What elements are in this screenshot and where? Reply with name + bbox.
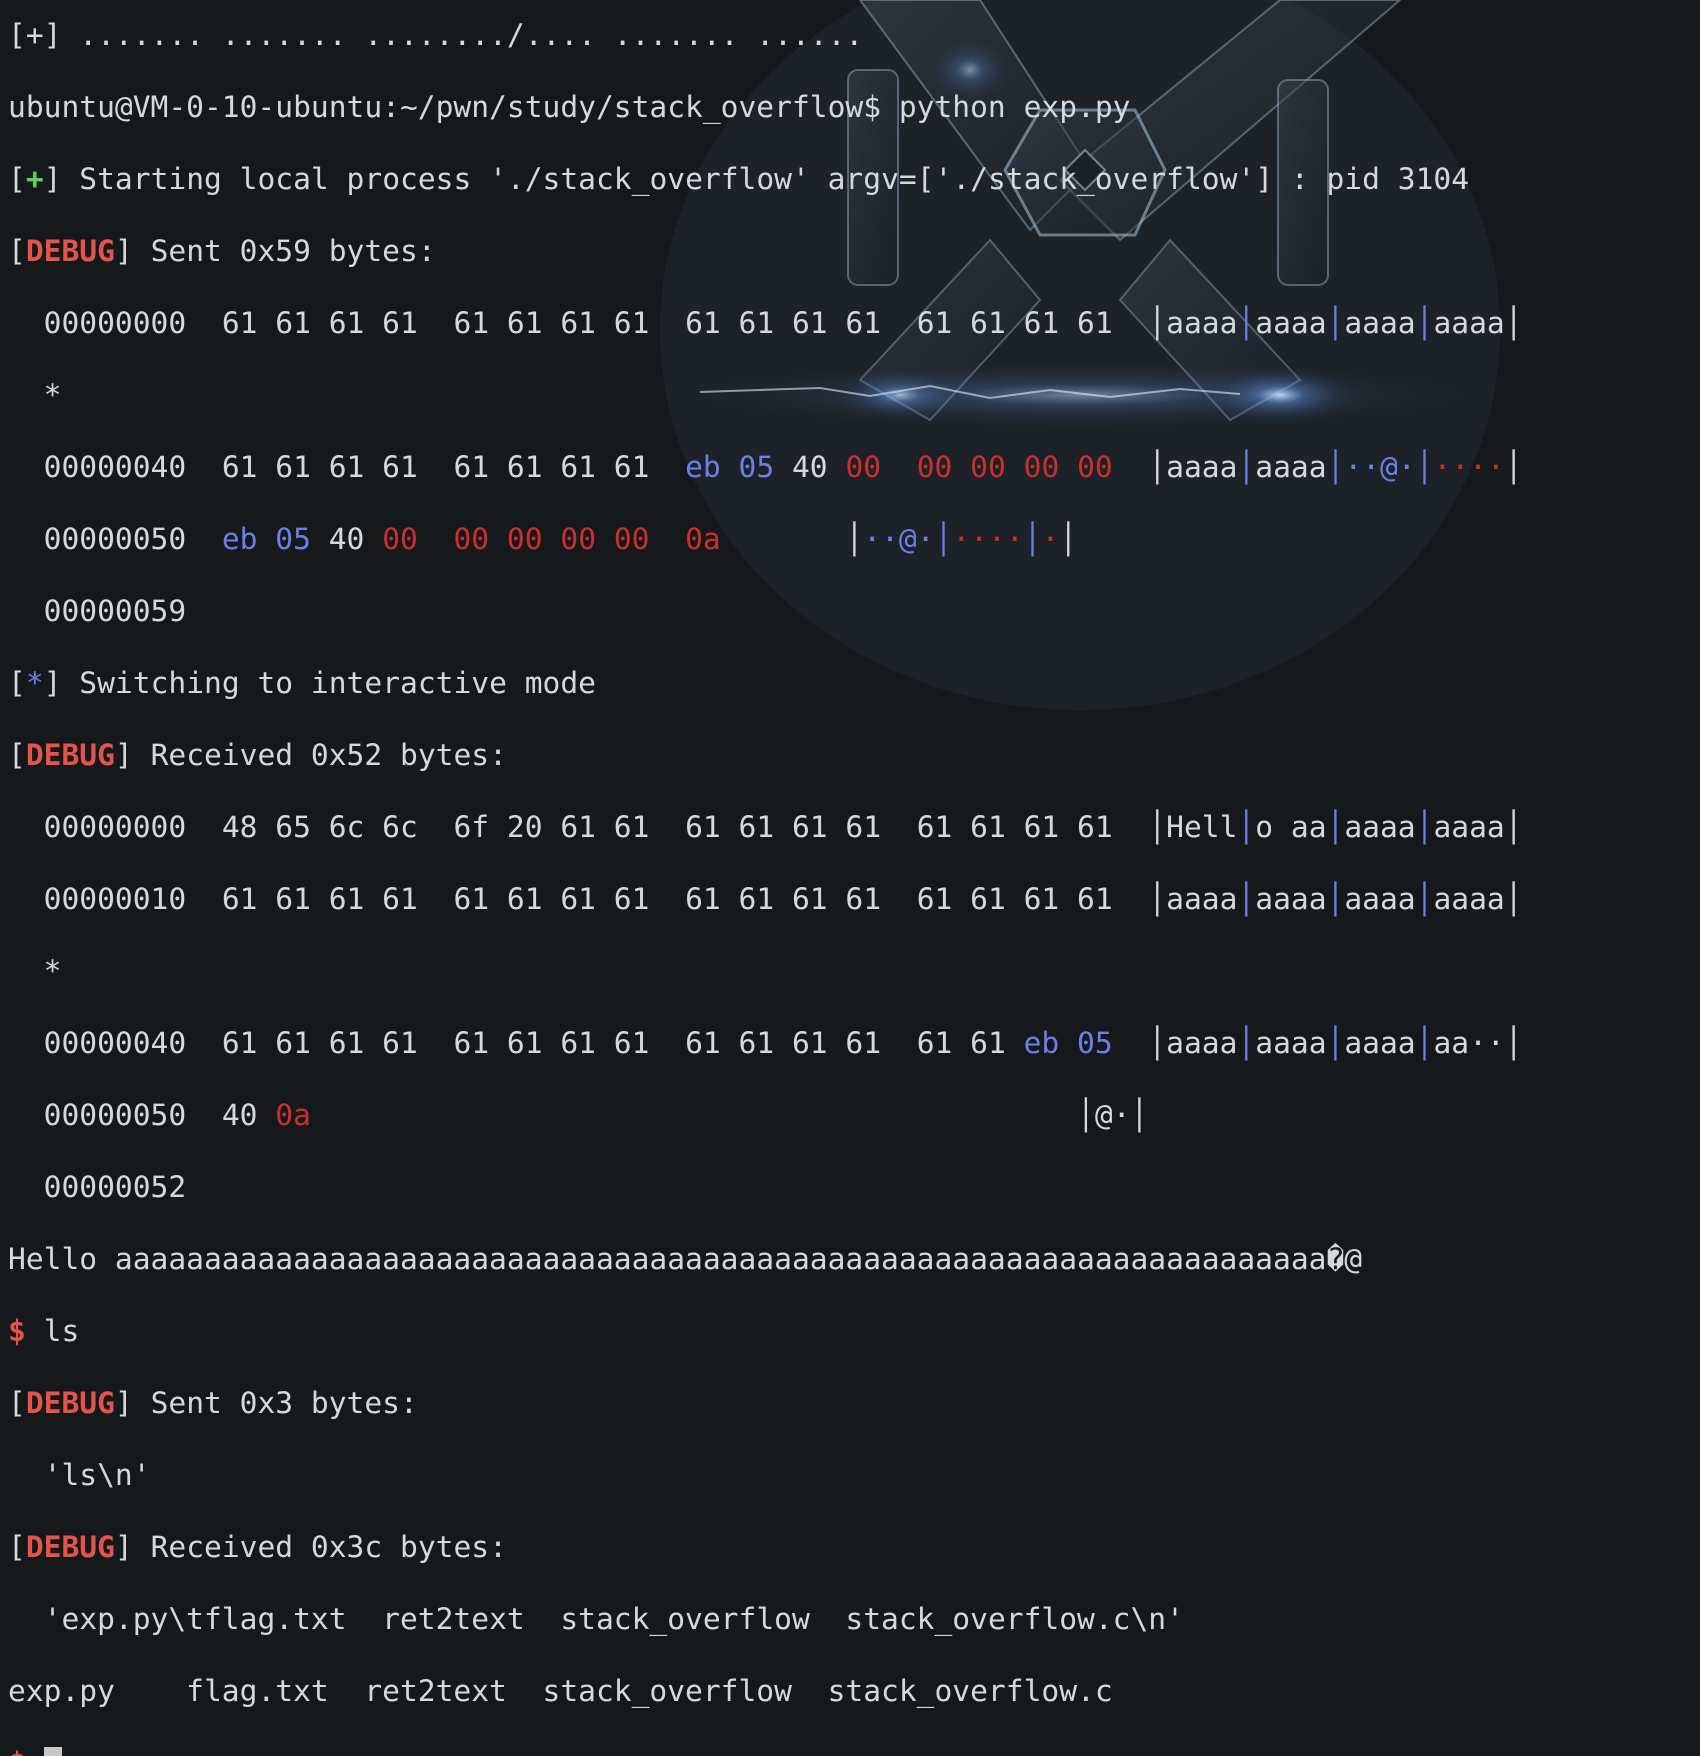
hexdump-row: 00000040 61 61 61 61 61 61 61 61 61 61 6… — [43, 1026, 1523, 1060]
ls-output-line: exp.py flag.txt ret2text stack_overflow … — [8, 1674, 1113, 1708]
debug-tag: DEBUG — [25, 1386, 115, 1420]
ascii-col: aaaa — [1433, 882, 1505, 916]
hexdump-row: 00000040 61 61 61 61 61 61 61 61 eb 05 4… — [43, 450, 1523, 484]
debug-sent-line: [DEBUG] Sent 0x3 bytes: — [8, 1386, 418, 1420]
text-cursor[interactable] — [43, 1747, 62, 1756]
hexdump-row: 00000000 48 65 6c 6c 6f 20 61 61 61 61 6… — [43, 810, 1523, 844]
hex-offset: 00000010 — [43, 882, 187, 916]
ascii-col: @· — [1094, 1098, 1131, 1132]
repeat-star: * — [43, 378, 62, 412]
ascii-col: · — [1041, 522, 1060, 556]
ascii-col: aaaa — [1166, 450, 1238, 484]
star-marker: * — [25, 666, 44, 700]
ascii-col: aa·· — [1433, 1026, 1505, 1060]
hexdump-row: 00000059 — [8, 593, 1523, 629]
hex-bytes: 40 — [774, 450, 846, 484]
hex-bytes-red: 00 00 00 00 00 — [845, 450, 1113, 484]
hex-offset: 00000050 — [43, 522, 187, 556]
ascii-col: ···· — [952, 522, 1024, 556]
ascii-col: aaaa — [1255, 1026, 1327, 1060]
sent-bytes-repr: 'ls\n' — [43, 1458, 151, 1492]
hex-offset: 00000000 — [43, 810, 187, 844]
ascii-col: aaaa — [1344, 810, 1416, 844]
hex-bytes: 40 — [310, 522, 383, 556]
hexdump-star: * — [8, 953, 1523, 989]
hexdump-row: 00000052 — [8, 1169, 1523, 1205]
received-text: Received 0x3c bytes: — [132, 1530, 507, 1564]
ascii-col: aaaa — [1433, 810, 1505, 844]
sent-text: Sent 0x3 bytes: — [132, 1386, 418, 1420]
ascii-col: Hell — [1166, 810, 1238, 844]
hex-bytes-red: 00 00 00 00 00 0a — [382, 522, 721, 556]
prompt-symbol: $ — [8, 1746, 26, 1756]
hex-offset: 00000050 — [43, 1098, 187, 1132]
shell-prompt-command: ubuntu@VM-0-10-ubuntu:~/pwn/study/stack_… — [8, 90, 1131, 124]
hexdump-row: 00000000 61 61 61 61 61 61 61 61 61 61 6… — [43, 306, 1523, 340]
debug-received-line: [DEBUG] Received 0x3c bytes: — [8, 1530, 507, 1564]
sent-body: 'ls\n' — [8, 1457, 1523, 1493]
prompt-symbol: $ — [8, 1314, 26, 1348]
command-ls-line: $ ls — [8, 1313, 1523, 1349]
ascii-col: aaaa — [1166, 1026, 1238, 1060]
ascii-col: aaaa — [1255, 882, 1327, 916]
repeat-star: * — [43, 954, 62, 988]
interactive-mode-line: [*] Switching to interactive mode — [8, 666, 596, 700]
debug-received-line: [DEBUG] Received 0x52 bytes: — [8, 738, 507, 772]
hex-bytes: 61 61 61 61 61 61 61 61 61 61 61 61 61 6… — [221, 306, 1113, 340]
ascii-col: aaaa — [1344, 306, 1416, 340]
partial-top-line: [+] ....... ....... ......../.... ......… — [8, 18, 864, 52]
hexdump-row: 00000050 40 0a │@·│ — [43, 1098, 1149, 1132]
debug-sent-line: [DEBUG] Sent 0x59 bytes: — [8, 234, 436, 268]
hex-bytes: 48 65 6c 6c 6f 20 61 61 61 61 61 61 61 6… — [221, 810, 1113, 844]
hex-bytes: 61 61 61 61 61 61 61 61 61 61 61 61 61 6… — [221, 882, 1113, 916]
hex-bytes-red: 0a — [275, 1098, 311, 1132]
hexdump-star: * — [8, 377, 1523, 413]
terminal-output[interactable]: [+] ....... ....... ......../.... ......… — [8, 0, 1523, 1756]
hex-offset: 00000040 — [43, 1026, 187, 1060]
received-body: 'exp.py\tflag.txt ret2text stack_overflo… — [8, 1601, 1523, 1637]
hex-bytes-blue: eb 05 — [1023, 1026, 1113, 1060]
hexdump-row: 00000050 eb 05 40 00 00 00 00 00 0a │··@… — [43, 522, 1078, 556]
hexdump-row: 00000010 61 61 61 61 61 61 61 61 61 61 6… — [43, 882, 1523, 916]
hex-bytes: 61 61 61 61 61 61 61 61 61 61 61 61 61 6… — [221, 1026, 1024, 1060]
hex-bytes: 40 — [221, 1098, 276, 1132]
ascii-col: aaaa — [1166, 306, 1238, 340]
received-text: Received 0x52 bytes: — [132, 738, 507, 772]
hex-offset: 00000052 — [43, 1170, 187, 1204]
ascii-col: ··@· — [1344, 450, 1416, 484]
input-prompt-line[interactable]: $ — [8, 1745, 1523, 1756]
ascii-col: aaaa — [1433, 306, 1505, 340]
ascii-col: aaaa — [1344, 882, 1416, 916]
debug-tag: DEBUG — [25, 738, 115, 772]
starting-process-line: [+] Starting local process './stack_over… — [8, 162, 1470, 196]
ascii-col: o aa — [1255, 810, 1327, 844]
program-output-line: Hello aaaaaaaaaaaaaaaaaaaaaaaaaaaaaaaaaa… — [8, 1242, 1363, 1276]
received-bytes-repr: 'exp.py\tflag.txt ret2text stack_overflo… — [43, 1602, 1184, 1636]
hex-offset: 00000059 — [43, 594, 187, 628]
ascii-col: aaaa — [1344, 1026, 1416, 1060]
debug-tag: DEBUG — [25, 1530, 115, 1564]
hex-bytes-blue: eb 05 — [685, 450, 775, 484]
starting-text: Starting local process './stack_overflow… — [61, 162, 1470, 196]
hex-bytes-blue: eb 05 — [221, 522, 311, 556]
plus-marker: + — [25, 162, 44, 196]
sent-text: Sent 0x59 bytes: — [132, 234, 436, 268]
hex-offset: 00000040 — [43, 450, 187, 484]
debug-tag: DEBUG — [25, 234, 115, 268]
ascii-col: ···· — [1433, 450, 1505, 484]
interactive-text: Switching to interactive mode — [61, 666, 596, 700]
command-text: ls — [25, 1314, 80, 1348]
ascii-col: aaaa — [1255, 306, 1327, 340]
hex-offset: 00000000 — [43, 306, 187, 340]
ascii-col: aaaa — [1166, 882, 1238, 916]
ascii-col: aaaa — [1255, 450, 1327, 484]
hex-bytes: 61 61 61 61 61 61 61 61 — [221, 450, 686, 484]
ascii-col: ··@· — [863, 522, 935, 556]
